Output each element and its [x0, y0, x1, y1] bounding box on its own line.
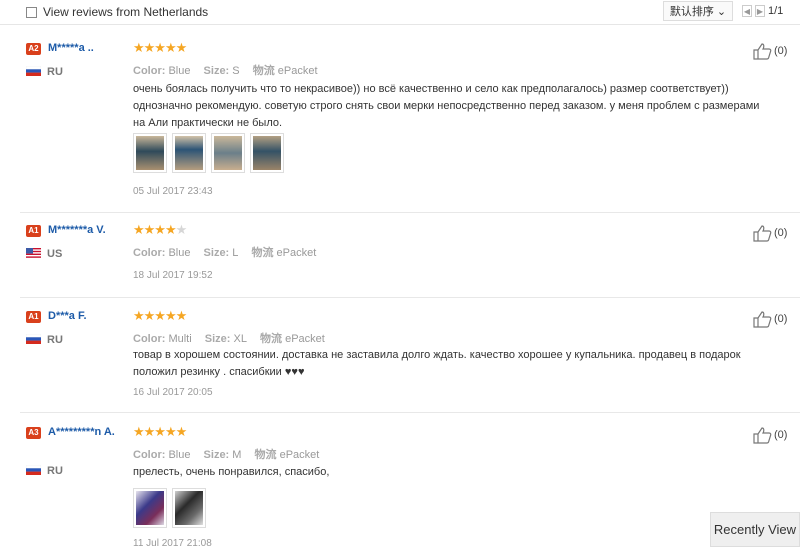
color-value: Blue — [168, 247, 191, 259]
review-photo[interactable] — [211, 133, 245, 173]
buyer-level-badge: A1 — [26, 311, 41, 323]
shipping-label: 物流 — [252, 65, 275, 77]
page-indicator: 1/1 — [768, 5, 784, 17]
star-icon: ★★★★★ — [133, 424, 187, 439]
star-icon: ★★★★ — [133, 222, 177, 237]
review-text: прелесть, очень понравился, спасибо, — [133, 466, 330, 478]
shipping-value: ePacket — [279, 449, 320, 461]
divider — [20, 297, 800, 298]
thumbs-up-icon — [753, 427, 772, 444]
prev-page-button[interactable]: ◀ — [742, 5, 752, 17]
star-icon: ★★★★★ — [133, 40, 187, 55]
color-label: Color: — [133, 333, 166, 345]
star-rating: ★★★★★ — [133, 40, 187, 55]
review-photo[interactable] — [133, 133, 167, 173]
flag-us-icon — [26, 248, 41, 258]
reviewer-name: D***a F. — [48, 310, 87, 322]
size-label: Size: — [204, 333, 231, 345]
order-info: Color: Multi Size: XL 物流 ePacket — [133, 330, 325, 346]
reviewer-country: RU — [47, 334, 63, 346]
thumbs-up-icon — [753, 225, 772, 242]
review-photos — [133, 133, 284, 173]
color-label: Color: — [133, 449, 166, 461]
sort-dropdown[interactable]: 默认排序 ⌄ — [663, 1, 733, 21]
helpful-count: (0) — [774, 45, 788, 57]
buyer-level-badge: A2 — [26, 43, 41, 55]
thumbs-up-icon — [753, 311, 772, 328]
color-value: Blue — [168, 65, 191, 77]
country-filter[interactable]: View reviews from Netherlands — [26, 5, 208, 19]
thumbs-up-icon — [753, 43, 772, 60]
shipping-label: 物流 — [251, 247, 274, 259]
reviewer-country: RU — [47, 465, 63, 477]
next-page-button[interactable]: ▶ — [755, 5, 765, 17]
pagination: ◀ ▶ 1/1 — [742, 5, 783, 17]
helpful-button[interactable]: (0) — [752, 426, 787, 444]
filter-checkbox[interactable] — [26, 6, 37, 18]
reviewer-name: M*****a .. — [48, 42, 94, 54]
reviewer-name: M*******a V. — [48, 224, 106, 236]
review-date: 05 Jul 2017 23:43 — [133, 186, 213, 197]
helpful-button[interactable]: (0) — [752, 224, 787, 242]
size-value: L — [232, 247, 239, 259]
review-photo[interactable] — [133, 488, 167, 528]
review-date: 18 Jul 2017 19:52 — [133, 270, 213, 281]
reviewer-country: US — [47, 248, 63, 260]
order-info: Color: Blue Size: S 物流 ePacket — [133, 62, 318, 78]
size-value: M — [232, 449, 242, 461]
filter-label: View reviews from Netherlands — [43, 5, 209, 19]
review-photo[interactable] — [250, 133, 284, 173]
size-label: Size: — [203, 449, 230, 461]
color-value: Blue — [168, 449, 191, 461]
helpful-count: (0) — [774, 227, 788, 239]
star-rating: ★★★★★ — [133, 424, 187, 439]
helpful-button[interactable]: (0) — [752, 42, 787, 60]
reviews-toolbar: View reviews from Netherlands 默认排序 ⌄ ◀ ▶… — [0, 0, 800, 25]
buyer-level-badge: A1 — [26, 225, 41, 237]
star-rating: ★★★★★ — [133, 222, 188, 237]
helpful-count: (0) — [774, 429, 788, 441]
helpful-count: (0) — [774, 313, 788, 325]
order-info: Color: Blue Size: L 物流 ePacket — [133, 244, 316, 260]
flag-ru-icon — [26, 334, 41, 344]
shipping-value: ePacket — [276, 247, 317, 259]
flag-ru-icon — [26, 465, 41, 475]
size-value: S — [232, 65, 240, 77]
review-photo[interactable] — [172, 488, 206, 528]
size-value: XL — [233, 333, 247, 345]
flag-ru-icon — [26, 66, 41, 76]
size-label: Size: — [203, 65, 230, 77]
review-text: товар в хорошем состоянии. доставка не з… — [133, 349, 741, 378]
star-icon: ★★★★★ — [133, 308, 187, 323]
review-photos — [133, 488, 206, 528]
color-label: Color: — [133, 65, 166, 77]
review-text: очень боялась получить что то некрасивое… — [133, 83, 760, 129]
review-date: 16 Jul 2017 20:05 — [133, 387, 213, 398]
divider — [20, 212, 800, 213]
divider — [20, 412, 800, 413]
review-date: 11 Jul 2017 21:08 — [133, 538, 212, 549]
shipping-value: ePacket — [285, 333, 325, 345]
reviewer-country: RU — [47, 66, 63, 78]
reviewer-name: A*********n A. — [48, 426, 115, 438]
size-label: Size: — [203, 247, 230, 259]
color-value: Multi — [168, 333, 192, 345]
chevron-down-icon: ⌄ — [716, 5, 727, 18]
review-photo[interactable] — [172, 133, 206, 173]
sort-label: 默认排序 — [669, 6, 714, 18]
shipping-label: 物流 — [254, 449, 277, 461]
shipping-label: 物流 — [260, 333, 283, 345]
color-label: Color: — [133, 247, 166, 259]
star-empty-icon: ★ — [175, 222, 188, 237]
recently-viewed-button[interactable]: Recently View — [710, 512, 800, 547]
shipping-value: ePacket — [277, 65, 318, 77]
order-info: Color: Blue Size: M 物流 ePacket — [133, 446, 319, 462]
buyer-level-badge: A3 — [26, 427, 41, 439]
helpful-button[interactable]: (0) — [752, 310, 787, 328]
star-rating: ★★★★★ — [133, 308, 187, 323]
